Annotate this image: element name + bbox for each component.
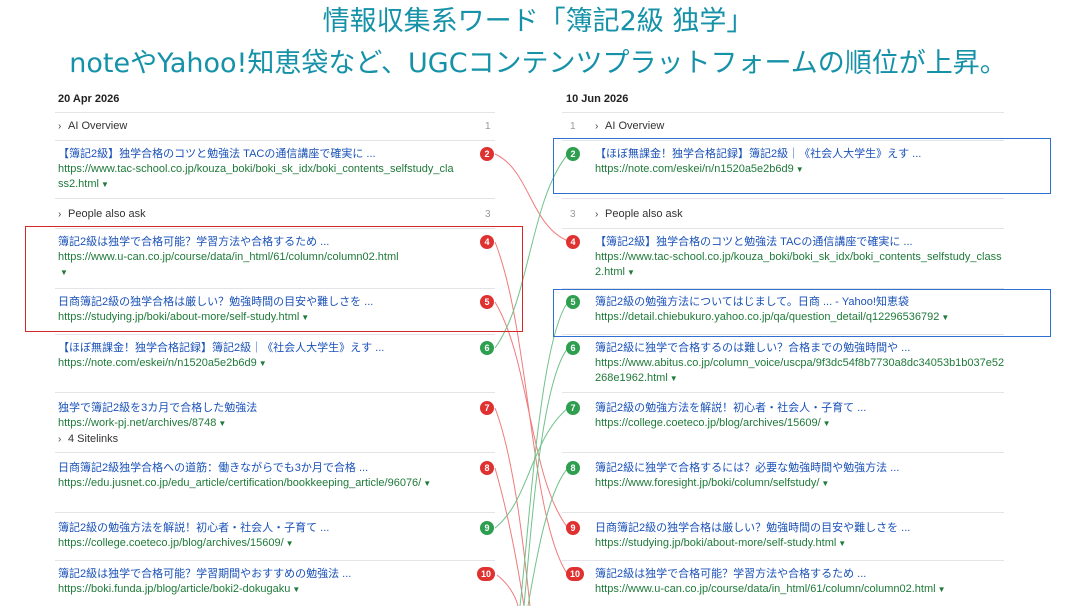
right-date: 10 Jun 2026 <box>566 93 629 105</box>
rank-badge-rise: 7 <box>566 401 580 415</box>
result-title[interactable]: 独学で簿記2級を3カ月で合格した勉強法 <box>58 401 458 416</box>
rise-highlight-box <box>553 138 1051 194</box>
divider <box>55 392 495 393</box>
right-result-studying: 日商簿記2級の独学合格は厳しい？勉強時間の目安や難しさを ... https:/… <box>595 521 1005 551</box>
rank-badge-rise: 8 <box>566 461 580 475</box>
result-title[interactable]: 【簿記2級】独学合格のコツと勉強法 TACの通信講座で確実に ... <box>595 235 1005 250</box>
result-url[interactable]: https://note.com/eskei/n/n1520a5e2b6d9 ▼ <box>58 356 458 371</box>
divider <box>55 452 495 453</box>
divider <box>55 560 495 561</box>
result-title[interactable]: 簿記2級に独学で合格するのは難しい？合格までの勉強時間や ... <box>595 341 1005 356</box>
caret-down-icon[interactable]: ▼ <box>627 265 635 280</box>
result-url[interactable]: https://studying.jp/boki/about-more/self… <box>595 536 1005 551</box>
right-result-foresight: 簿記2級に独学で合格するには？必要な勉強時間や勉強方法 ... https://… <box>595 461 1005 491</box>
divider <box>562 452 1004 453</box>
result-title[interactable]: 【簿記2級】独学合格のコツと勉強法 TACの通信講座で確実に ... <box>58 147 458 162</box>
caret-down-icon[interactable]: ▼ <box>218 416 226 431</box>
left-ai-overview-position: 1 <box>485 121 491 132</box>
rank-badge-drop: 2 <box>480 147 494 161</box>
chevron-right-icon: › <box>58 209 62 220</box>
rank-badge-rise: 6 <box>480 341 494 355</box>
right-ai-overview[interactable]: › AI Overview <box>595 120 664 132</box>
left-result-tac: 【簿記2級】独学合格のコツと勉強法 TACの通信講座で確実に ... https… <box>58 147 458 192</box>
caret-down-icon[interactable]: ▼ <box>259 356 267 371</box>
result-url[interactable]: https://college.coeteco.jp/blog/archives… <box>595 416 1005 431</box>
rank-badge-drop: 8 <box>480 461 494 475</box>
drop-highlight-box <box>25 226 523 332</box>
divider <box>55 334 495 335</box>
result-url[interactable]: https://college.coeteco.jp/blog/archives… <box>58 536 458 551</box>
divider <box>562 392 1004 393</box>
link-funda-10-down <box>496 574 519 606</box>
left-ai-overview[interactable]: › AI Overview <box>58 120 127 132</box>
left-sitelinks[interactable]: › 4 Sitelinks <box>58 433 118 445</box>
right-ai-overview-position: 1 <box>570 121 576 132</box>
right-people-also-ask[interactable]: › People also ask <box>595 208 683 220</box>
divider <box>562 560 1004 561</box>
left-paa-position: 3 <box>485 209 491 220</box>
result-url[interactable]: https://work-pj.net/archives/8748 ▼ <box>58 416 458 431</box>
caret-down-icon[interactable]: ▼ <box>101 177 109 192</box>
result-url[interactable]: https://www.tac-school.co.jp/kouza_boki/… <box>58 162 458 192</box>
right-paa-position: 3 <box>570 209 576 220</box>
divider <box>562 228 1004 229</box>
caret-down-icon[interactable]: ▼ <box>838 536 846 551</box>
right-result-coeteco: 簿記2級の勉強方法を解説！初心者・社会人・子育て ... https://col… <box>595 401 1005 431</box>
result-title[interactable]: 【ほぼ無課金！独学合格記録】簿記2級｜《社会人大学生》えす ... <box>58 341 458 356</box>
result-title[interactable]: 日商簿記2級の独学合格は厳しい？勉強時間の目安や難しさを ... <box>595 521 1005 536</box>
left-date: 20 Apr 2026 <box>58 93 120 105</box>
result-title[interactable]: 簿記2級は独学で合格可能？学習方法や合格するため ... <box>595 567 1005 582</box>
rise-highlight-box <box>553 289 1051 337</box>
chevron-right-icon: › <box>595 121 599 132</box>
result-title[interactable]: 日商簿記2級独学合格への道筋：働きながらでも3か月で合格 ... <box>58 461 458 476</box>
result-url[interactable]: https://www.foresight.jp/boki/column/sel… <box>595 476 1005 491</box>
left-result-coeteco: 簿記2級の勉強方法を解説！初心者・社会人・子育て ... https://col… <box>58 521 458 551</box>
left-result-note: 【ほぼ無課金！独学合格記録】簿記2級｜《社会人大学生》えす ... https:… <box>58 341 458 371</box>
chevron-right-icon: › <box>595 209 599 220</box>
right-result-abitus: 簿記2級に独学で合格するのは難しい？合格までの勉強時間や ... https:/… <box>595 341 1005 386</box>
result-url[interactable]: https://www.tac-school.co.jp/kouza_boki/… <box>595 250 1005 280</box>
rank-badge-drop: 9 <box>566 521 580 535</box>
result-title[interactable]: 簿記2級の勉強方法を解説！初心者・社会人・子育て ... <box>595 401 1005 416</box>
chevron-right-icon: › <box>58 121 62 132</box>
left-result-funda: 簿記2級は独学で合格可能？学習期間やおすすめの勉強法 ... https://b… <box>58 567 458 597</box>
divider <box>562 512 1004 513</box>
divider <box>562 198 1004 199</box>
result-url[interactable]: https://www.abitus.co.jp/column_voice/us… <box>595 356 1005 386</box>
rank-badge-drop: 10 <box>566 567 584 581</box>
divider <box>562 112 1004 113</box>
result-url[interactable]: https://boki.funda.jp/blog/article/boki2… <box>58 582 458 597</box>
result-url[interactable]: https://www.u-can.co.jp/course/data/in_h… <box>595 582 1005 597</box>
caret-down-icon[interactable]: ▼ <box>823 416 831 431</box>
link-chiebukuro-in-5 <box>519 301 569 606</box>
result-title[interactable]: 簿記2級は独学で合格可能？学習期間やおすすめの勉強法 ... <box>58 567 458 582</box>
divider <box>55 112 495 113</box>
right-result-tac: 【簿記2級】独学合格のコツと勉強法 TACの通信講座で確実に ... https… <box>595 235 1005 280</box>
result-title[interactable]: 簿記2級の勉強方法を解説！初心者・社会人・子育て ... <box>58 521 458 536</box>
caret-down-icon[interactable]: ▼ <box>292 582 300 597</box>
rank-badge-drop: 7 <box>480 401 494 415</box>
rank-badge-rise: 9 <box>480 521 494 535</box>
caret-down-icon[interactable]: ▼ <box>423 476 431 491</box>
rank-badge-rise: 6 <box>566 341 580 355</box>
divider <box>55 198 495 199</box>
chevron-right-icon: › <box>58 434 62 445</box>
right-result-ucan: 簿記2級は独学で合格可能？学習方法や合格するため ... https://www… <box>595 567 1005 597</box>
result-url[interactable]: https://edu.jusnet.co.jp/edu_article/cer… <box>58 476 458 491</box>
left-people-also-ask[interactable]: › People also ask <box>58 208 146 220</box>
caret-down-icon[interactable]: ▼ <box>286 536 294 551</box>
divider <box>562 334 1004 335</box>
divider <box>55 512 495 513</box>
left-result-workpj: 独学で簿記2級を3カ月で合格した勉強法 https://work-pj.net/… <box>58 401 458 431</box>
left-result-jusnet: 日商簿記2級独学合格への道筋：働きながらでも3か月で合格 ... https:/… <box>58 461 458 491</box>
rank-badge-drop: 10 <box>477 567 495 581</box>
result-title[interactable]: 簿記2級に独学で合格するには？必要な勉強時間や勉強方法 ... <box>595 461 1005 476</box>
divider <box>55 140 495 141</box>
link-jusnet-8-down <box>494 467 525 606</box>
rank-badge-drop: 4 <box>566 235 580 249</box>
caret-down-icon[interactable]: ▼ <box>670 371 678 386</box>
caret-down-icon[interactable]: ▼ <box>938 582 946 597</box>
caret-down-icon[interactable]: ▼ <box>821 476 829 491</box>
